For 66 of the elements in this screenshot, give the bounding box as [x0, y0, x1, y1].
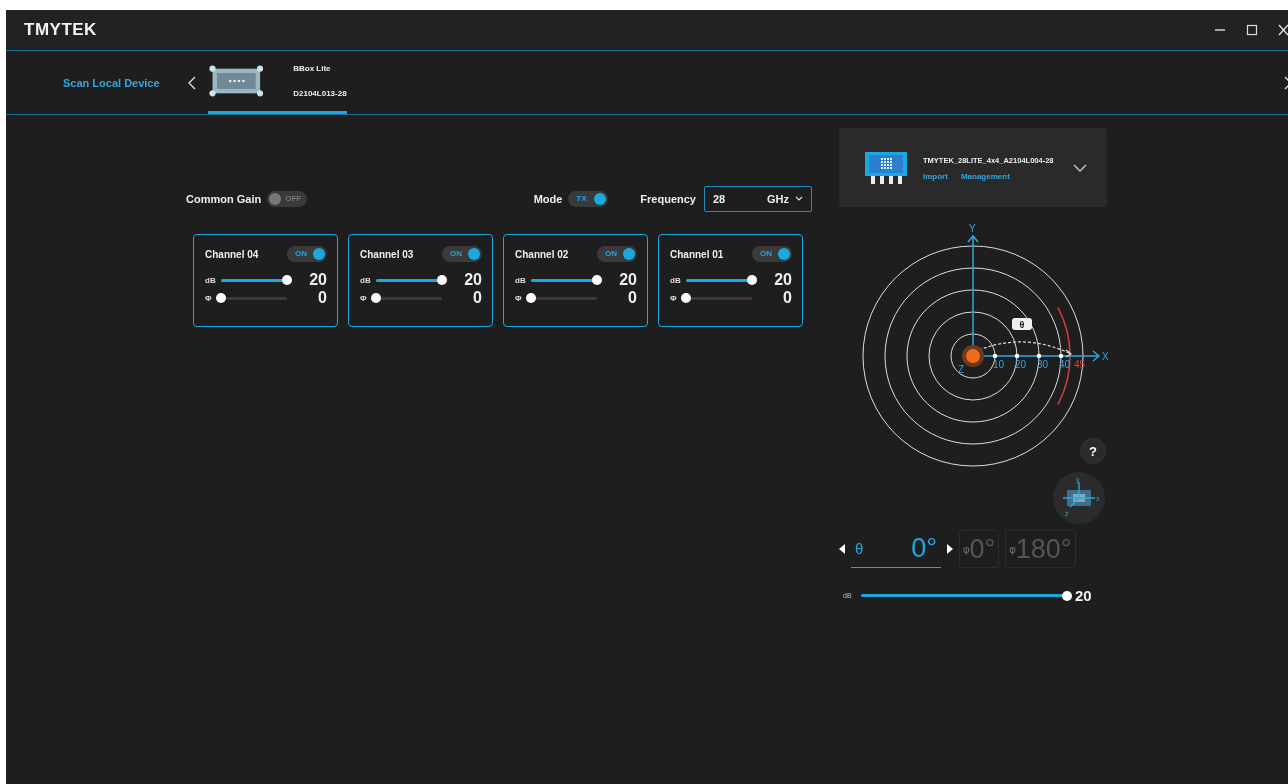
gain-reading: 20 [619, 271, 637, 289]
gain-reading: 20 [464, 271, 482, 289]
close-icon[interactable] [1278, 24, 1288, 36]
ring-label: 10 [993, 359, 1005, 370]
phase-label: Φ [515, 293, 523, 303]
scan-local-device-link[interactable]: Scan Local Device [63, 76, 160, 89]
gain-label: dB [205, 275, 217, 285]
channel-toggle[interactable]: ON [752, 246, 792, 262]
y-axis-label: Y [969, 223, 976, 234]
ring-label: 30 [1037, 359, 1049, 370]
frequency-label: Frequency [640, 193, 696, 205]
decrease-arrow-icon[interactable] [839, 544, 845, 554]
phase-slider-thumb[interactable] [216, 293, 226, 303]
x-axis-label: X [1102, 351, 1109, 362]
gain-label: dB [360, 275, 372, 285]
maximize-icon[interactable] [1246, 24, 1258, 36]
channel-name: Channel 03 [360, 248, 414, 260]
device-board-icon [208, 63, 264, 99]
phase-label: Φ [670, 293, 678, 303]
mode-label: Mode [533, 193, 563, 205]
channel-name: Channel 02 [515, 248, 569, 260]
angle-tag: θ [1012, 318, 1032, 330]
phase-reading: 0 [318, 289, 327, 307]
phase-label: Φ [360, 293, 368, 303]
gain-slider-thumb[interactable] [282, 275, 292, 285]
mode-toggle[interactable]: TX [568, 191, 609, 207]
frequency-select[interactable]: 28 GHz [704, 186, 812, 212]
channel-name: Channel 01 [670, 248, 724, 260]
common-gain-label: Common Gain [186, 193, 262, 205]
antenna-link[interactable]: Import [923, 171, 948, 181]
gain-reading: 20 [309, 271, 327, 289]
phase-label: Φ [205, 293, 213, 303]
gain-label: dB [670, 275, 682, 285]
gain-slider-thumb[interactable] [437, 275, 447, 285]
channel-toggle[interactable]: ON [287, 246, 327, 262]
device-tab[interactable]: BBox Lite D2104L013-28 [207, 51, 347, 114]
beam-gain-thumb[interactable] [1062, 590, 1072, 601]
z-axis-label: Z [958, 364, 965, 375]
gain-reading: 20 [774, 271, 792, 289]
gain-slider-thumb[interactable] [747, 275, 757, 285]
phase-reading: 0 [473, 289, 482, 307]
phase-reading: 0 [628, 289, 637, 307]
channel-toggle[interactable]: ON [597, 246, 637, 262]
device-name: BBox Lite [293, 64, 332, 73]
beam-gain-reading: 20 [1075, 587, 1092, 604]
channel-toggle[interactable]: ON [442, 246, 482, 262]
phase-reading: 0 [783, 289, 792, 307]
antenna-link[interactable]: Management [960, 171, 1010, 181]
antenna-board-icon [863, 149, 909, 186]
range-tick-dots [992, 353, 1064, 359]
theta-field[interactable]: θ 0° [851, 530, 941, 568]
gain-label: dB [515, 275, 527, 285]
gain-slider-thumb[interactable] [592, 275, 602, 285]
phase-slider-thumb[interactable] [681, 293, 691, 303]
chevron-down-icon [795, 196, 803, 202]
help-button[interactable]: ? [1080, 438, 1106, 464]
chevron-down-icon[interactable] [1073, 163, 1087, 172]
app-logo: TMYTEK [24, 20, 97, 40]
device-serial: D2104L013-28 [293, 89, 347, 98]
chevron-left-icon[interactable] [187, 75, 196, 90]
phase-slider-thumb[interactable] [526, 293, 536, 303]
beam-source-dot [962, 345, 984, 367]
channel-name: Channel 04 [205, 248, 259, 260]
increase-arrow-icon[interactable] [947, 544, 953, 554]
ring-label: 20 [1015, 359, 1027, 370]
phase-slider-thumb[interactable] [371, 293, 381, 303]
